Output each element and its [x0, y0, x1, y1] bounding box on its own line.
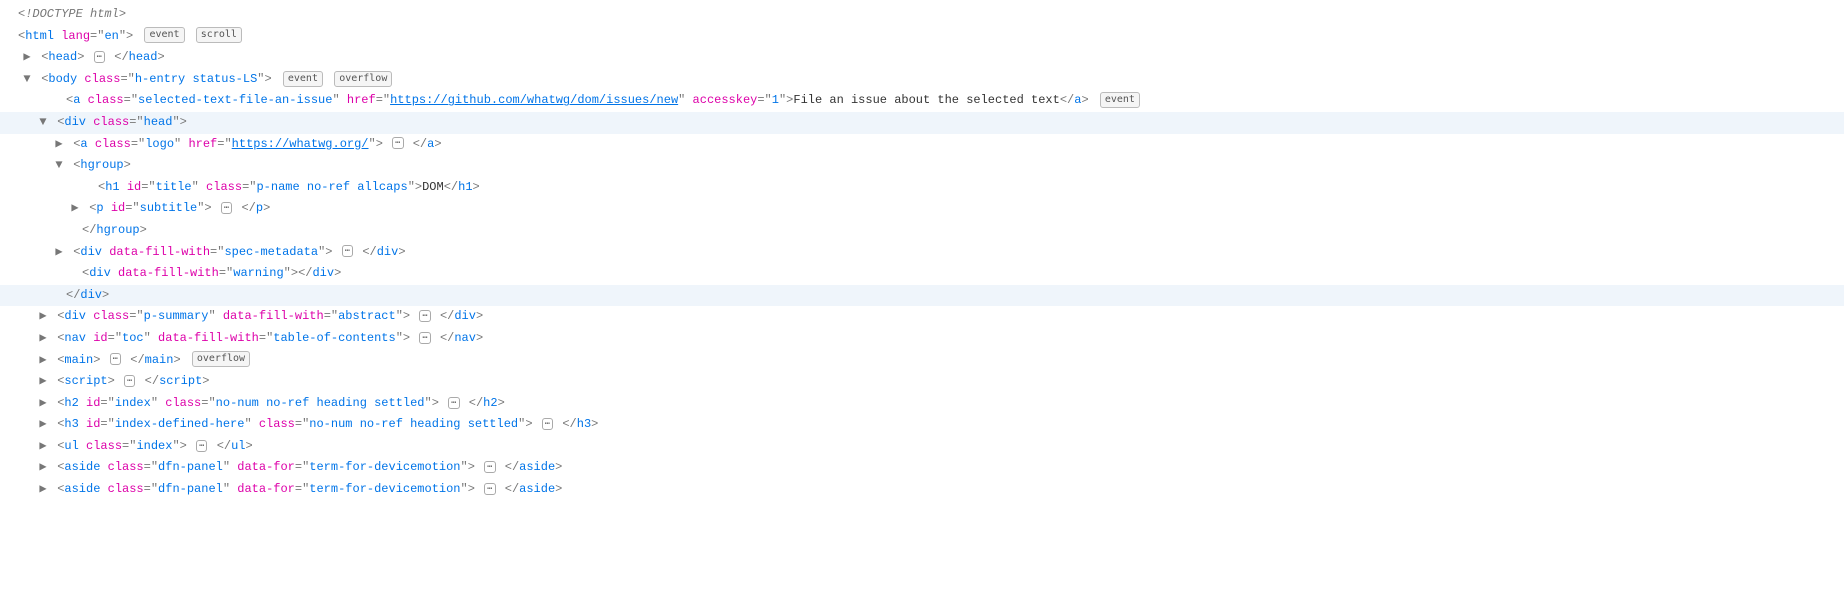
expand-icon[interactable]: ▶: [38, 350, 48, 372]
ellipsis-icon[interactable]: ⋯: [221, 202, 232, 214]
dom-node-div-warning[interactable]: <div data-fill-with="warning"></div>: [0, 263, 1844, 285]
dom-node-aside-1[interactable]: ▶ <aside class="dfn-panel" data-for="ter…: [0, 457, 1844, 479]
dom-node-h1-title[interactable]: <h1 id="title" class="p-name no-ref allc…: [0, 177, 1844, 199]
dom-node-body[interactable]: ▼ <body class="h-entry status-LS"> event…: [0, 69, 1844, 91]
ellipsis-icon[interactable]: ⋯: [392, 137, 403, 149]
dom-node-h3-index-defined[interactable]: ▶ <h3 id="index-defined-here" class="no-…: [0, 414, 1844, 436]
expand-icon[interactable]: ▶: [38, 306, 48, 328]
dom-node-aside-2[interactable]: ▶ <aside class="dfn-panel" data-for="ter…: [0, 479, 1844, 501]
expand-icon[interactable]: ▶: [70, 198, 80, 220]
collapse-icon[interactable]: ▼: [38, 112, 48, 134]
dom-node-script[interactable]: ▶ <script> ⋯ </script>: [0, 371, 1844, 393]
dom-node-html[interactable]: <html lang="en"> event scroll: [0, 26, 1844, 48]
dom-node-h2-index[interactable]: ▶ <h2 id="index" class="no-num no-ref he…: [0, 393, 1844, 415]
dom-node-ul-index[interactable]: ▶ <ul class="index"> ⋯ </ul>: [0, 436, 1844, 458]
dom-node-a-logo[interactable]: ▶ <a class="logo" href="https://whatwg.o…: [0, 134, 1844, 156]
dom-node-div-head-close[interactable]: </div>: [0, 285, 1844, 307]
expand-icon[interactable]: ▶: [38, 457, 48, 479]
dom-node-hgroup-close[interactable]: </hgroup>: [0, 220, 1844, 242]
dom-node-div-head[interactable]: ▼ <div class="head">: [0, 112, 1844, 134]
expand-icon[interactable]: ▶: [38, 371, 48, 393]
ellipsis-icon[interactable]: ⋯: [110, 353, 121, 365]
ellipsis-icon[interactable]: ⋯: [342, 245, 353, 257]
expand-icon[interactable]: ▶: [38, 414, 48, 436]
scroll-badge[interactable]: scroll: [196, 27, 242, 43]
expand-icon[interactable]: ▶: [38, 393, 48, 415]
event-badge[interactable]: event: [144, 27, 184, 43]
dom-node-head[interactable]: ▶ <head> ⋯ </head>: [0, 47, 1844, 69]
collapse-icon[interactable]: ▼: [54, 155, 64, 177]
collapse-icon[interactable]: ▼: [22, 69, 32, 91]
expand-icon[interactable]: ▶: [38, 436, 48, 458]
dom-node-div-summary[interactable]: ▶ <div class="p-summary" data-fill-with=…: [0, 306, 1844, 328]
ellipsis-icon[interactable]: ⋯: [484, 483, 495, 495]
dom-node-div-spec-metadata[interactable]: ▶ <div data-fill-with="spec-metadata"> ⋯…: [0, 242, 1844, 264]
expand-icon[interactable]: ▶: [38, 328, 48, 350]
dom-node-doctype[interactable]: <!DOCTYPE html>: [0, 4, 1844, 26]
ellipsis-icon[interactable]: ⋯: [196, 440, 207, 452]
ellipsis-icon[interactable]: ⋯: [542, 418, 553, 430]
event-badge[interactable]: event: [283, 71, 323, 87]
event-badge[interactable]: event: [1100, 92, 1140, 108]
ellipsis-icon[interactable]: ⋯: [94, 51, 105, 63]
doctype-text: <!DOCTYPE html>: [18, 7, 126, 21]
dom-node-hgroup[interactable]: ▼ <hgroup>: [0, 155, 1844, 177]
overflow-badge[interactable]: overflow: [334, 71, 392, 87]
dom-node-main[interactable]: ▶ <main> ⋯ </main> overflow: [0, 350, 1844, 372]
overflow-badge[interactable]: overflow: [192, 351, 250, 367]
expand-icon[interactable]: ▶: [38, 479, 48, 501]
ellipsis-icon[interactable]: ⋯: [484, 461, 495, 473]
dom-node-p-subtitle[interactable]: ▶ <p id="subtitle"> ⋯ </p>: [0, 198, 1844, 220]
ellipsis-icon[interactable]: ⋯: [419, 310, 430, 322]
dom-node-a-issue[interactable]: <a class="selected-text-file-an-issue" h…: [0, 90, 1844, 112]
ellipsis-icon[interactable]: ⋯: [419, 332, 430, 344]
expand-icon[interactable]: ▶: [22, 47, 32, 69]
dom-node-nav-toc[interactable]: ▶ <nav id="toc" data-fill-with="table-of…: [0, 328, 1844, 350]
ellipsis-icon[interactable]: ⋯: [448, 397, 459, 409]
expand-icon[interactable]: ▶: [54, 242, 64, 264]
expand-icon[interactable]: ▶: [54, 134, 64, 156]
ellipsis-icon[interactable]: ⋯: [124, 375, 135, 387]
